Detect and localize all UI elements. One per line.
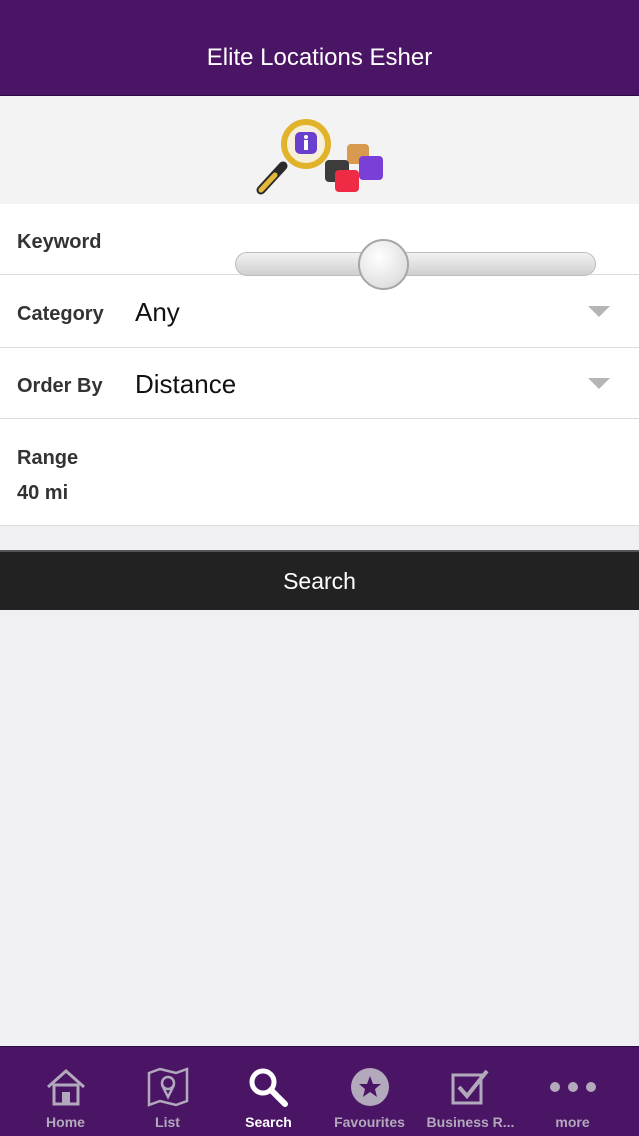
chevron-down-icon[interactable]	[588, 378, 610, 389]
tab-label: Favourites	[334, 1114, 405, 1130]
search-icon	[249, 1068, 288, 1107]
range-label: Range	[17, 447, 79, 469]
category-select[interactable]: Any	[135, 297, 180, 328]
checkbox-icon	[451, 1069, 489, 1105]
tab-favourites[interactable]: Favourites	[319, 1047, 420, 1136]
tab-label: Business R...	[426, 1114, 515, 1130]
tab-home[interactable]: Home	[15, 1047, 116, 1136]
range-slider-track[interactable]	[235, 252, 596, 276]
category-label: Category	[17, 303, 104, 325]
order-by-select[interactable]: Distance	[135, 369, 236, 400]
order-by-label: Order By	[17, 375, 103, 397]
map-pin-icon	[147, 1067, 188, 1107]
search-logo-icon	[256, 119, 383, 195]
keyword-label: Keyword	[17, 231, 102, 253]
tab-label: Search	[245, 1114, 292, 1130]
tab-bar: Home List Search Favourites Business R..…	[0, 1046, 639, 1136]
search-button[interactable]: Search	[0, 550, 639, 610]
range-slider-thumb[interactable]	[358, 239, 409, 290]
tab-more[interactable]: more	[522, 1047, 623, 1136]
chevron-down-icon[interactable]	[588, 306, 610, 317]
tab-list[interactable]: List	[117, 1047, 218, 1136]
page-title: Elite Locations Esher	[206, 44, 433, 71]
tab-business-reviews[interactable]: Business R...	[420, 1047, 521, 1136]
tab-label: Home	[46, 1114, 85, 1130]
tab-search[interactable]: Search	[218, 1047, 319, 1136]
range-value: 40 mi	[17, 482, 69, 504]
home-icon	[46, 1068, 85, 1106]
tab-label: List	[155, 1114, 180, 1130]
order-by-row[interactable]: Order By Distance	[0, 348, 639, 419]
range-row: Range 40 mi	[0, 419, 639, 526]
more-dots-icon	[549, 1082, 596, 1092]
star-icon	[350, 1068, 389, 1106]
category-row[interactable]: Category Any	[0, 276, 639, 348]
nav-bar: Elite Locations Esher	[0, 0, 639, 96]
tab-label: more	[555, 1114, 590, 1130]
